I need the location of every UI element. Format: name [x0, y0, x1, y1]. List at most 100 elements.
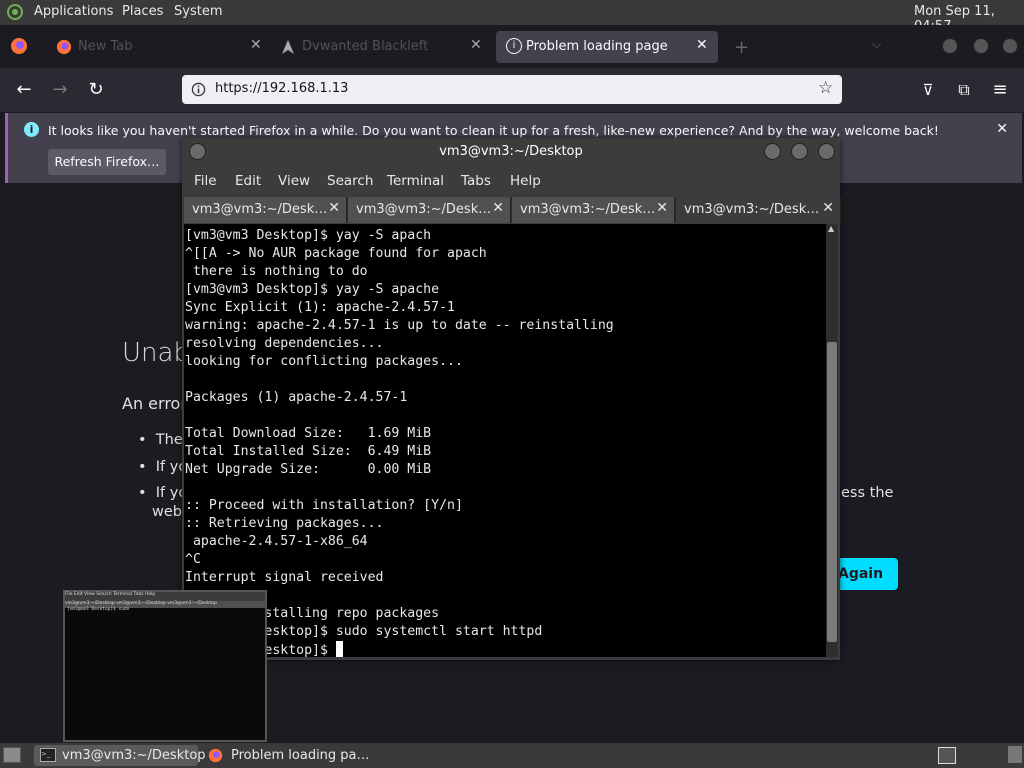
list-item: • If yo — [138, 459, 188, 475]
places-menu[interactable]: Places — [122, 4, 163, 19]
reload-icon[interactable]: ↻ — [84, 78, 108, 102]
list-item-continuation: web — [152, 504, 182, 520]
terminal-line: Packages (1) apache-2.4.57-1 — [185, 390, 408, 405]
window-menu-icon[interactable] — [189, 143, 206, 160]
menu-help[interactable]: Help — [510, 173, 541, 189]
menu-file[interactable]: File — [194, 173, 217, 189]
scrollbar-thumb[interactable] — [827, 342, 837, 642]
terminal-tab-active[interactable]: vm3@vm3:~/Desk… ✕ — [676, 197, 841, 223]
terminal-tab[interactable]: vm3@vm3:~/Desk… ✕ — [512, 197, 675, 223]
terminal-text: [vm3@vm3 Desktop]$ yay -S apach ^[[A -> … — [184, 224, 826, 657]
window-close-icon[interactable] — [818, 143, 835, 160]
terminal-tab[interactable]: vm3@vm3:~/Desk… ✕ — [348, 197, 511, 223]
close-icon[interactable]: ✕ — [250, 37, 262, 53]
firefox-tab-bar: New Tab ✕ Dvwanted Blackleft ✕ i Problem… — [0, 25, 1024, 68]
thumbnail-menubar: File Edit View Search Terminal Tabs Help — [65, 592, 265, 601]
terminal-titlebar[interactable]: vm3@vm3:~/Desktop — [182, 138, 840, 166]
refresh-firefox-button[interactable]: Refresh Firefox… — [48, 149, 166, 175]
terminal-tab-bar: vm3@vm3:~/Desk… ✕ vm3@vm3:~/Desk… ✕ vm3@… — [184, 197, 841, 223]
tab-label: Dvwanted Blackleft — [302, 39, 429, 54]
try-again-button[interactable]: Again — [838, 558, 898, 590]
tab-label: vm3@vm3:~/Desk… — [684, 202, 820, 217]
list-item-tail: ess the — [841, 485, 894, 501]
terminal-line: Interrupt signal received — [185, 570, 384, 585]
terminal-window[interactable]: vm3@vm3:~/Desktop File Edit View Search … — [182, 138, 841, 660]
menu-view[interactable]: View — [278, 173, 310, 189]
show-desktop-icon[interactable] — [3, 747, 21, 763]
workspace-switcher-icon[interactable] — [938, 747, 956, 764]
notification-message: It looks like you haven't started Firefo… — [48, 123, 939, 138]
new-tab-plus-icon[interactable]: + — [734, 37, 749, 58]
menu-tabs[interactable]: Tabs — [461, 173, 491, 189]
extensions-icon[interactable]: ⧉ — [952, 78, 976, 102]
hamburger-menu-icon[interactable]: ≡ — [988, 78, 1012, 102]
forward-arrow-icon[interactable]: → — [48, 78, 72, 102]
terminal-scrollbar[interactable]: ▲ — [826, 224, 838, 657]
firefox-icon — [56, 39, 72, 55]
system-menu[interactable]: System — [174, 4, 222, 19]
terminal-icon: >_ — [40, 748, 56, 762]
error-title: Unab — [122, 338, 190, 368]
menu-terminal[interactable]: Terminal — [387, 173, 444, 189]
pocket-icon[interactable]: ⊽ — [916, 78, 940, 102]
arch-icon — [282, 40, 294, 54]
page-info-icon[interactable] — [191, 82, 206, 97]
close-icon[interactable]: ✕ — [656, 200, 668, 216]
tab-label: vm3@vm3:~/Desk… — [356, 202, 492, 217]
tab-label: vm3@vm3:~/Desk… — [192, 202, 328, 217]
terminal-tab[interactable]: vm3@vm3:~/Desk… ✕ — [184, 197, 347, 223]
list-tabs-chevron-icon[interactable]: ⌵ — [872, 37, 881, 52]
tab-new-tab[interactable]: New Tab ✕ — [46, 31, 262, 63]
back-arrow-icon[interactable]: ← — [12, 78, 36, 102]
close-icon[interactable]: ✕ — [822, 200, 834, 216]
terminal-line: Total Installed Size: 6.49 MiB — [185, 444, 432, 459]
thumbnail-terminal-line: [vm3@vm3 Desktop]$ sudo — [67, 607, 130, 612]
taskbar-item-firefox[interactable]: Problem loading pa… — [204, 745, 374, 766]
taskbar-label: vm3@vm3:~/Desktop — [62, 748, 206, 763]
top-panel: Applications Places System Mon Sep 11, 0… — [0, 0, 1024, 34]
terminal-line: Total Download Size: 1.69 MiB — [185, 426, 432, 441]
window-close-icon[interactable] — [1002, 38, 1018, 54]
terminal-line: warning: apache-2.4.57-1 is up to date -… — [185, 318, 614, 333]
minimize-icon[interactable] — [764, 143, 781, 160]
terminal-line: resolving dependencies... — [185, 336, 384, 351]
close-icon[interactable]: ✕ — [492, 200, 504, 216]
minimize-icon[interactable] — [942, 38, 958, 54]
close-icon[interactable]: ✕ — [328, 200, 340, 216]
tab-dvwa[interactable]: Dvwanted Blackleft ✕ — [276, 31, 486, 63]
scroll-up-icon[interactable]: ▲ — [828, 224, 834, 233]
info-icon: i — [24, 122, 39, 137]
menu-edit[interactable]: Edit — [235, 173, 261, 189]
url-bar[interactable]: https://192.168.1.13 ☆ — [182, 75, 842, 104]
taskbar-label: Problem loading pa… — [231, 748, 370, 763]
firefox-view-icon[interactable] — [10, 37, 28, 55]
tab-label: New Tab — [78, 39, 133, 54]
window-preview-thumbnail[interactable]: File Edit View Search Terminal Tabs Help… — [63, 590, 267, 742]
terminal-line: Sync Explicit (1): apache-2.4.57-1 — [185, 300, 455, 315]
maximize-icon[interactable] — [973, 38, 989, 54]
tab-problem-loading[interactable]: i Problem loading page ✕ — [496, 31, 718, 63]
tab-label: Problem loading page — [526, 39, 668, 54]
terminal-line: looking for conflicting packages... — [185, 354, 463, 369]
close-icon[interactable]: ✕ — [996, 121, 1008, 137]
terminal-menubar: File Edit View Search Terminal Tabs Help — [182, 167, 840, 194]
terminal-cursor — [335, 641, 343, 657]
close-icon[interactable]: ✕ — [470, 37, 482, 53]
terminal-output[interactable]: [vm3@vm3 Desktop]$ yay -S apach ^[[A -> … — [184, 224, 826, 657]
maximize-icon[interactable] — [791, 143, 808, 160]
terminal-line: ^C — [185, 552, 201, 567]
list-item: • The — [138, 432, 183, 448]
terminal-line: ^[[A -> No AUR package found for apach — [185, 246, 487, 261]
close-icon[interactable]: ✕ — [696, 37, 708, 53]
applications-menu[interactable]: Applications — [34, 4, 113, 19]
info-icon: i — [506, 38, 522, 54]
bookmark-star-icon[interactable]: ☆ — [818, 78, 833, 98]
trash-icon[interactable] — [1008, 746, 1022, 763]
terminal-line: apache-2.4.57-1-x86_64 — [185, 534, 368, 549]
terminal-line: [vm3@vm3 Desktop]$ yay -S apach — [185, 228, 432, 243]
distro-logo-icon[interactable] — [6, 4, 24, 20]
taskbar-item-terminal[interactable]: >_ vm3@vm3:~/Desktop — [34, 745, 206, 766]
menu-search[interactable]: Search — [327, 173, 373, 189]
terminal-line: :: Retrieving packages... — [185, 516, 384, 531]
firefox-icon — [208, 748, 223, 763]
